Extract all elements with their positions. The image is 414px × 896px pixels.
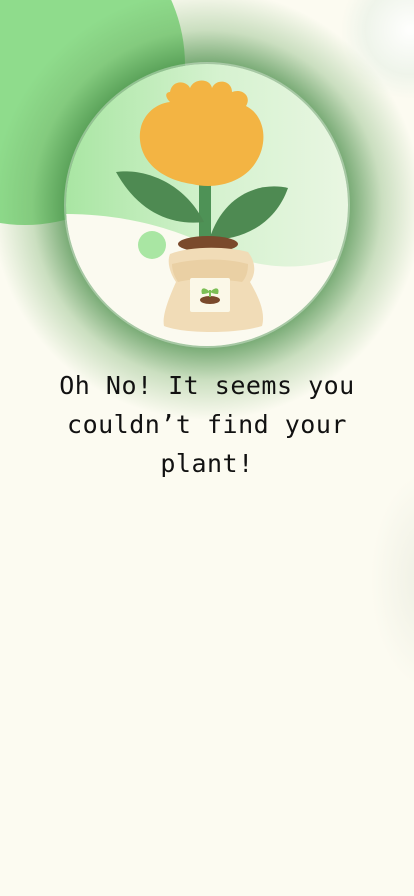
not-found-message: Oh No! It seems you couldn’t find your p… (59, 371, 355, 478)
plant-not-found-illustration (66, 64, 348, 346)
background-glow-right (370, 470, 414, 690)
decorative-dot (138, 231, 166, 259)
illustration-svg (66, 64, 348, 346)
not-found-screen: Oh No! It seems you couldn’t find your p… (0, 0, 414, 896)
label-soil (200, 296, 220, 304)
